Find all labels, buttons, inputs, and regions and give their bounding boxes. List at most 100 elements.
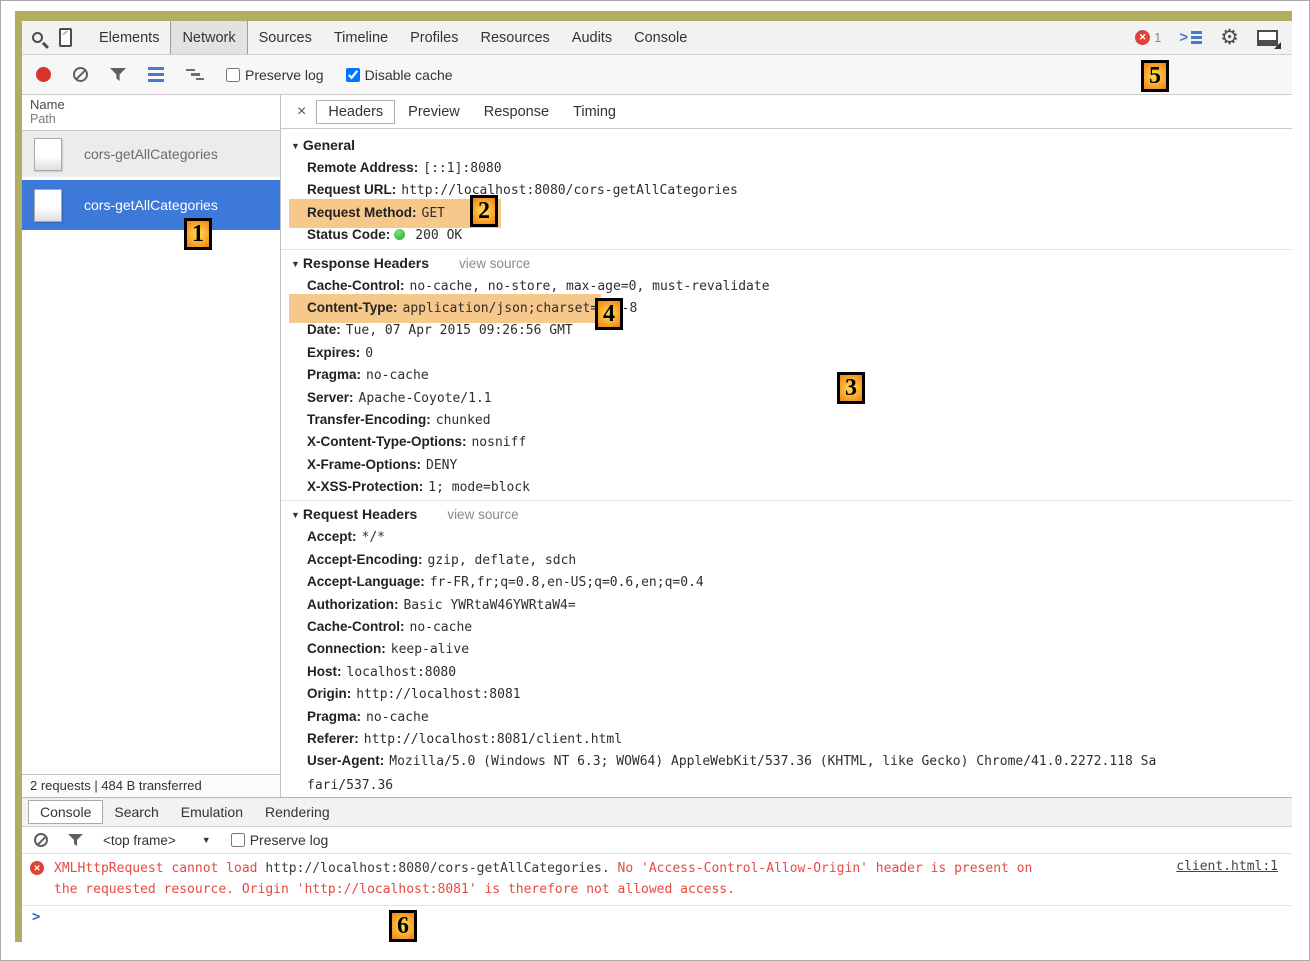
header-row-content-type: Content-Type:application/json;charset=UT… bbox=[291, 297, 1292, 319]
collapse-triangle-icon: ▼ bbox=[291, 259, 300, 269]
frame-context-select[interactable]: <top frame> ▼ bbox=[103, 833, 211, 848]
collapse-triangle-icon: ▼ bbox=[291, 510, 300, 520]
tab-profiles[interactable]: Profiles bbox=[399, 21, 469, 54]
tab-audits[interactable]: Audits bbox=[561, 21, 623, 54]
view-source-link[interactable]: view source bbox=[459, 256, 530, 271]
request-detail-panel: × Headers Preview Response Timing ▼Gener… bbox=[281, 95, 1292, 797]
request-name: cors-getAllCategories bbox=[84, 197, 218, 213]
header-value: [::1]:8080 bbox=[423, 161, 501, 176]
error-source-link[interactable]: client.html:1 bbox=[1176, 859, 1278, 874]
console-preserve-log-checkbox[interactable]: Preserve log bbox=[231, 832, 329, 848]
console-preserve-log-input[interactable] bbox=[231, 833, 245, 847]
header-name: Origin: bbox=[307, 686, 351, 701]
header-name: User-Agent: bbox=[307, 753, 384, 768]
record-button[interactable] bbox=[36, 67, 51, 82]
devtools-window: Elements Network Sources Timeline Profil… bbox=[22, 21, 1292, 942]
tab-elements[interactable]: Elements bbox=[88, 21, 170, 54]
error-url: http://localhost:8080/cors-getAllCategor… bbox=[265, 861, 609, 876]
section-response-headers[interactable]: ▼Response Headers view source bbox=[291, 252, 1292, 275]
network-status-bar: 2 requests | 484 B transferred bbox=[22, 774, 280, 797]
header-value: http://localhost:8080/cors-getAllCategor… bbox=[401, 183, 738, 198]
toggle-drawer-icon[interactable]: > bbox=[1179, 30, 1202, 45]
tab-sources[interactable]: Sources bbox=[248, 21, 323, 54]
header-name: Authorization: bbox=[307, 597, 398, 612]
header-value: 0 bbox=[365, 346, 373, 361]
tab-headers[interactable]: Headers bbox=[316, 100, 395, 124]
header-row-request-method: Request Method:GET bbox=[291, 202, 1292, 224]
header-row: Pragma:no-cache bbox=[291, 706, 1292, 728]
drawer-tab-console[interactable]: Console bbox=[28, 800, 103, 824]
headers-view: ▼General Remote Address:[::1]:8080 Reque… bbox=[281, 129, 1292, 797]
clear-icon[interactable] bbox=[73, 67, 88, 82]
section-title: Response Headers bbox=[303, 255, 429, 271]
header-row: Host:localhost:8080 bbox=[291, 661, 1292, 683]
settings-gear-icon[interactable]: ⚙ bbox=[1220, 27, 1239, 48]
header-value: nosniff bbox=[471, 435, 526, 450]
preserve-log-label: Preserve log bbox=[245, 67, 324, 83]
header-row: X-XSS-Protection:1; mode=block bbox=[291, 476, 1292, 498]
tab-preview[interactable]: Preview bbox=[397, 101, 471, 123]
drawer-tab-rendering[interactable]: Rendering bbox=[254, 801, 341, 823]
disable-cache-input[interactable] bbox=[346, 68, 360, 82]
header-row: Connection:keep-alive bbox=[291, 638, 1292, 660]
timeline-waterfall-icon[interactable] bbox=[186, 69, 204, 81]
header-name: Cache-Control: bbox=[307, 619, 405, 634]
section-request-headers[interactable]: ▼Request Headersview source bbox=[291, 503, 1292, 526]
large-rows-icon[interactable] bbox=[148, 67, 164, 83]
header-name: Cache-Control: bbox=[307, 278, 405, 293]
view-source-link[interactable]: view source bbox=[447, 507, 518, 522]
header-value: Mozilla/5.0 (Windows NT 6.3; WOW64) Appl… bbox=[307, 754, 1156, 792]
preserve-log-checkbox[interactable]: Preserve log bbox=[226, 67, 324, 83]
console-drawer: Console Search Emulation Rendering <top … bbox=[22, 797, 1292, 942]
header-name: Expires: bbox=[307, 345, 360, 360]
section-title: General bbox=[303, 137, 355, 153]
tab-resources[interactable]: Resources bbox=[469, 21, 560, 54]
header-value: no-cache, no-store, max-age=0, must-reva… bbox=[410, 279, 770, 294]
section-general[interactable]: ▼General bbox=[291, 134, 1292, 157]
request-name: cors-getAllCategories bbox=[84, 146, 218, 162]
tab-network[interactable]: Network bbox=[170, 21, 247, 54]
header-name: Host: bbox=[307, 664, 342, 679]
disable-cache-checkbox[interactable]: Disable cache bbox=[346, 67, 453, 83]
console-prompt-chevron[interactable]: > bbox=[22, 906, 1292, 928]
header-name: Remote Address: bbox=[307, 160, 418, 175]
search-icon[interactable] bbox=[32, 32, 43, 43]
header-name: Pragma: bbox=[307, 709, 361, 724]
header-row: Accept-Encoding:gzip, deflate, sdch bbox=[291, 549, 1292, 571]
network-content: Name Path cors-getAllCategories cors-get… bbox=[22, 95, 1292, 797]
header-row: Origin:http://localhost:8081 bbox=[291, 683, 1292, 705]
clear-console-icon[interactable] bbox=[34, 833, 48, 847]
close-icon[interactable]: × bbox=[289, 103, 314, 121]
tab-timeline[interactable]: Timeline bbox=[323, 21, 399, 54]
drawer-tabbar: Console Search Emulation Rendering bbox=[22, 798, 1292, 827]
header-row: Cache-Control:no-cache bbox=[291, 616, 1292, 638]
dock-side-icon[interactable] bbox=[1257, 30, 1278, 46]
drawer-tab-emulation[interactable]: Emulation bbox=[170, 801, 254, 823]
header-value: GET bbox=[422, 206, 445, 221]
header-value: http://localhost:8081/client.html bbox=[364, 732, 622, 747]
tab-response[interactable]: Response bbox=[473, 101, 560, 123]
drawer-tab-search[interactable]: Search bbox=[103, 801, 169, 823]
header-value: keep-alive bbox=[391, 642, 469, 657]
header-value: */* bbox=[362, 530, 385, 545]
tab-timing[interactable]: Timing bbox=[562, 101, 627, 123]
header-value: DENY bbox=[426, 458, 457, 473]
detail-tabbar: × Headers Preview Response Timing bbox=[281, 95, 1292, 129]
header-row: Pragma:no-cache bbox=[291, 364, 1292, 386]
request-row[interactable]: cors-getAllCategories bbox=[22, 131, 280, 177]
requests-column-header[interactable]: Name Path bbox=[22, 95, 280, 131]
console-filter-icon[interactable] bbox=[68, 834, 83, 847]
header-row: Authorization: Basic YWRtaW46YWRtaW4= bbox=[291, 594, 1292, 616]
header-value: Basic YWRtaW46YWRtaW4= bbox=[403, 598, 575, 613]
annotation-badge-1: 1 bbox=[184, 218, 212, 250]
device-mode-icon[interactable] bbox=[59, 28, 72, 47]
header-row: Accept-Language:fr-FR,fr;q=0.8,en-US;q=0… bbox=[291, 571, 1292, 593]
tab-console[interactable]: Console bbox=[623, 21, 698, 54]
error-text-part: XMLHttpRequest cannot load bbox=[54, 861, 265, 876]
header-row: Transfer-Encoding:chunked bbox=[291, 409, 1292, 431]
request-row-selected[interactable]: cors-getAllCategories bbox=[22, 180, 280, 230]
filter-icon[interactable] bbox=[110, 68, 126, 82]
error-counter[interactable]: ✕ 1 bbox=[1135, 30, 1161, 45]
frame-context-value: <top frame> bbox=[103, 833, 176, 848]
preserve-log-input[interactable] bbox=[226, 68, 240, 82]
